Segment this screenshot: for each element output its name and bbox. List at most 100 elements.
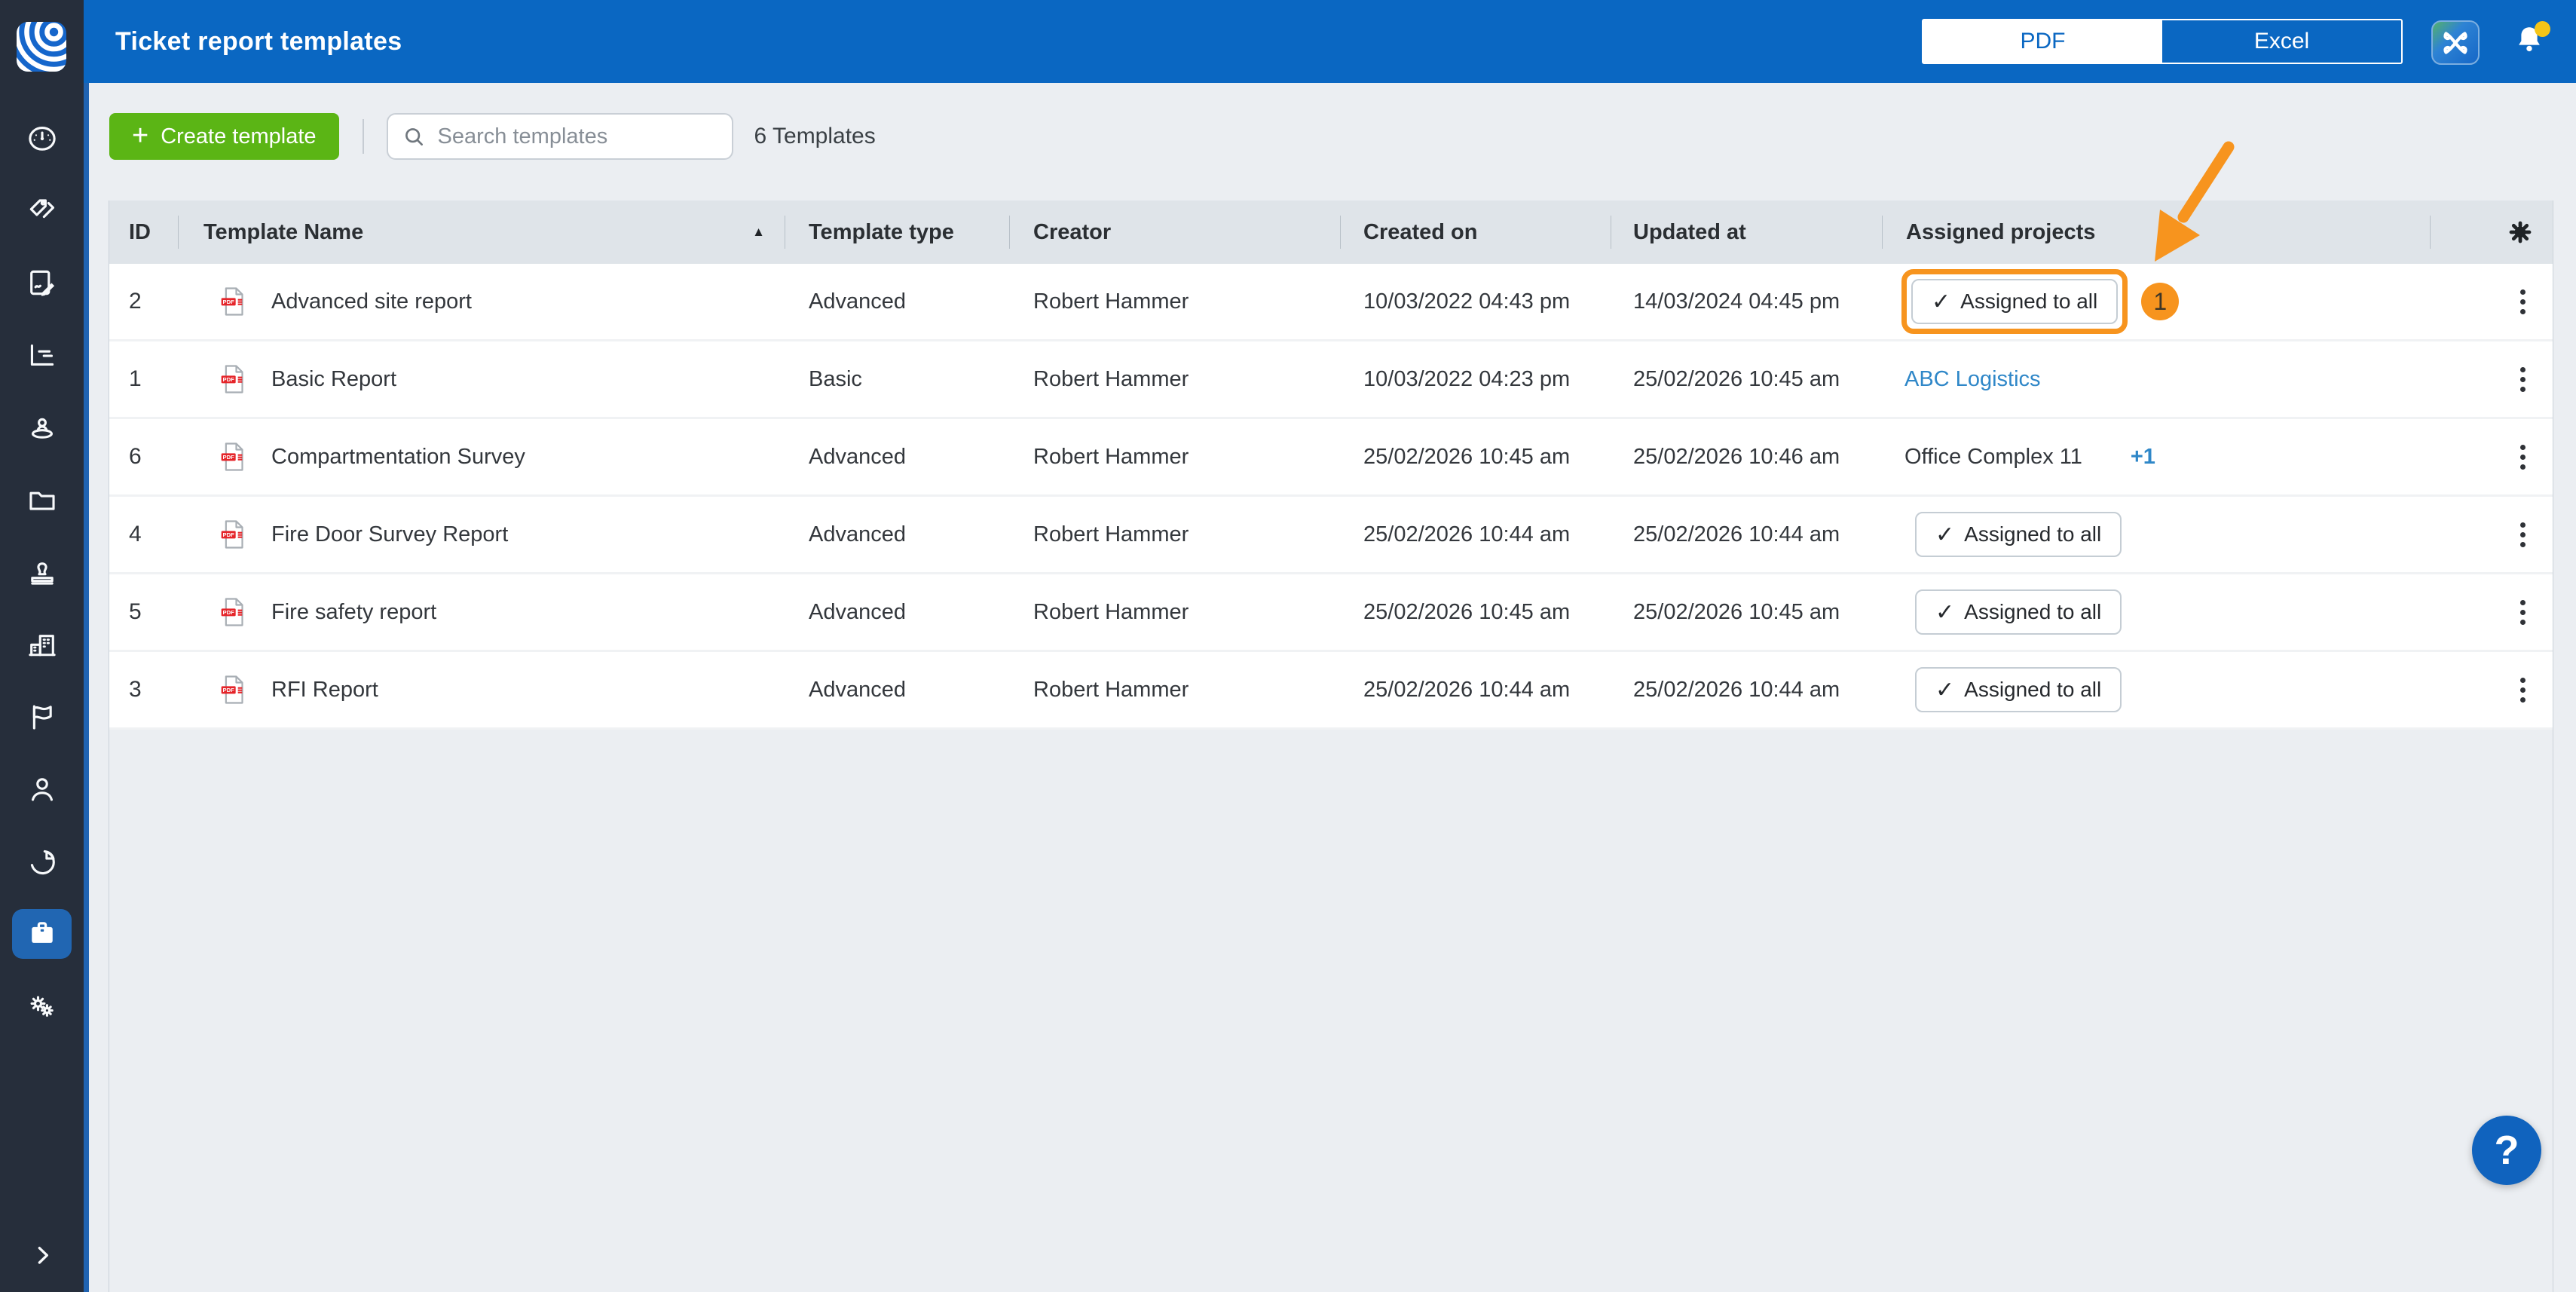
cell-created-on: 25/02/2026 10:45 am [1363,444,1571,469]
column-header-label: Template Name [203,219,364,244]
sidebar-item-site-staff[interactable] [0,396,84,459]
header-divider [1340,216,1341,249]
sidebar-item-sign-off[interactable] [0,251,84,314]
header-divider [1009,216,1010,249]
sidebar-item-users[interactable] [0,758,84,821]
pie-chart-icon [30,850,55,875]
template-name-text: Fire Door Survey Report [271,522,509,546]
cell-actions [2430,264,2553,339]
table-settings-button[interactable] [2506,218,2535,246]
sort-asc-icon: ▲ [752,225,765,239]
cell-actions [2430,419,2553,494]
annotation-step-badge: 1 [2141,283,2180,320]
cell-assigned-projects: Office Complex 11 +1 [1882,419,2430,494]
sidebar-item-flags[interactable] [0,685,84,749]
row-menu-button[interactable] [2516,363,2530,396]
assigned-to-all-button[interactable]: ✓ Assigned to all [1915,512,2122,557]
pdf-file-icon: PDF [221,287,243,316]
column-header-actions [2430,218,2553,246]
pdf-file-icon: PDF [221,442,243,471]
row-menu-button[interactable] [2516,285,2530,319]
sidebar-item-companies[interactable] [0,613,84,676]
row-menu-button[interactable] [2516,440,2530,474]
sidebar-item-tags[interactable] [0,179,84,242]
cell-created-on: 25/02/2026 10:44 am [1363,522,1571,546]
search-input[interactable] [436,123,711,150]
assigned-to-all-button[interactable]: ✓ Assigned to all [1915,667,2122,712]
cell-actions [2430,652,2553,727]
template-name-text: Compartmentation Survey [271,444,525,469]
search-icon [405,128,423,145]
cell-created-on: 25/02/2026 10:45 am [1363,599,1571,624]
row-menu-button[interactable] [2516,673,2530,707]
table-row[interactable]: 4 PDF Fire Door Survey Report Advanced R… [109,497,2553,574]
cell-created-on: 10/03/2022 04:43 pm [1363,289,1571,314]
toggle-excel-button[interactable]: Excel [2162,20,2401,63]
sidebar-expand-button[interactable] [0,1229,84,1281]
sidebar-accent-stripe [84,0,89,1292]
cell-created-on: 25/02/2026 10:44 am [1363,677,1571,702]
column-header-updated-at[interactable]: Updated at [1611,220,1882,245]
cell-creator: Robert Hammer [1033,599,1189,624]
cell-actions [2430,574,2553,650]
cell-id: 4 [129,522,142,546]
sidebar-item-stamps[interactable] [0,540,84,604]
table-row[interactable]: 3 PDF RFI Report Advanced Robert Hammer … [109,652,2553,730]
pdf-file-icon: PDF [221,598,243,626]
gear-icon [2509,221,2532,243]
assigned-to-all-button[interactable]: ✓ Assigned to all [1915,589,2122,635]
table-header: ID Template Name ▲ Template type Creator… [109,201,2553,264]
cell-template-name: PDF Fire Door Survey Report [178,497,785,572]
sidebar-item-dashboard[interactable] [0,106,84,170]
cell-created-on: 10/03/2022 04:23 pm [1363,366,1571,391]
toolbar: + Create template 6 Templates [109,113,876,160]
folder-icon [29,491,55,510]
cell-template-name: PDF Advanced site report [178,264,785,339]
table-row[interactable]: 2 PDF Advanced site report Advanced Robe… [109,264,2553,341]
column-header-id[interactable]: ID [109,220,178,245]
cell-updated-at: 25/02/2026 10:44 am [1633,522,1840,546]
svg-text:PDF: PDF [223,454,235,461]
row-menu-button[interactable] [2516,595,2530,629]
brand-logo[interactable] [14,20,69,74]
table-row[interactable]: 1 PDF Basic Report Basic Robert Hammer 1… [109,341,2553,419]
sidebar-item-analytics[interactable] [0,830,84,893]
chevron-right-icon [38,1247,48,1264]
column-header-label: Assigned projects [1906,219,2096,244]
assigned-to-all-button[interactable]: ✓ Assigned to all [1911,279,2119,324]
cell-creator: Robert Hammer [1033,444,1189,469]
sidebar-item-templates[interactable] [0,902,84,966]
check-icon: ✓ [1935,522,1955,547]
sidebar-item-settings[interactable] [0,975,84,1038]
toolbar-divider [362,119,364,154]
column-header-creator[interactable]: Creator [1009,220,1340,245]
toggle-pdf-button[interactable]: PDF [1923,20,2162,63]
sidebar-item-documents[interactable] [0,468,84,531]
table-row[interactable]: 5 PDF Fire safety report Advanced Robert… [109,574,2553,652]
gears-icon [30,996,54,1017]
check-icon: ✓ [1932,289,1951,314]
assigned-project-link[interactable]: ABC Logistics [1904,367,2041,392]
column-header-created-on[interactable]: Created on [1340,220,1611,245]
app-switcher-button[interactable] [2431,20,2480,65]
create-template-button[interactable]: + Create template [109,113,339,160]
help-button[interactable]: ? [2472,1116,2541,1185]
assigned-more-link[interactable]: +1 [2131,445,2155,470]
cell-template-type: Advanced [809,522,906,546]
notifications-button[interactable] [2510,21,2550,65]
cell-template-name: PDF Compartmentation Survey [178,419,785,494]
sidebar-item-reports[interactable] [0,323,84,387]
tags-icon [29,199,54,219]
cell-template-name: PDF Fire safety report [178,574,785,650]
svg-text:PDF: PDF [223,687,235,693]
table-row[interactable]: 6 PDF Compartmentation Survey Advanced R… [109,419,2553,497]
svg-text:PDF: PDF [223,531,235,538]
assigned-label: Assigned to all [1964,600,2102,623]
cell-template-type: Advanced [809,444,906,469]
column-header-template-name[interactable]: Template Name ▲ [178,220,785,245]
cell-template-name: PDF RFI Report [178,652,785,727]
column-header-assigned-projects[interactable]: Assigned projects [1882,220,2430,245]
column-header-template-type[interactable]: Template type [785,220,1009,245]
row-menu-button[interactable] [2516,518,2530,552]
svg-text:PDF: PDF [223,299,235,305]
